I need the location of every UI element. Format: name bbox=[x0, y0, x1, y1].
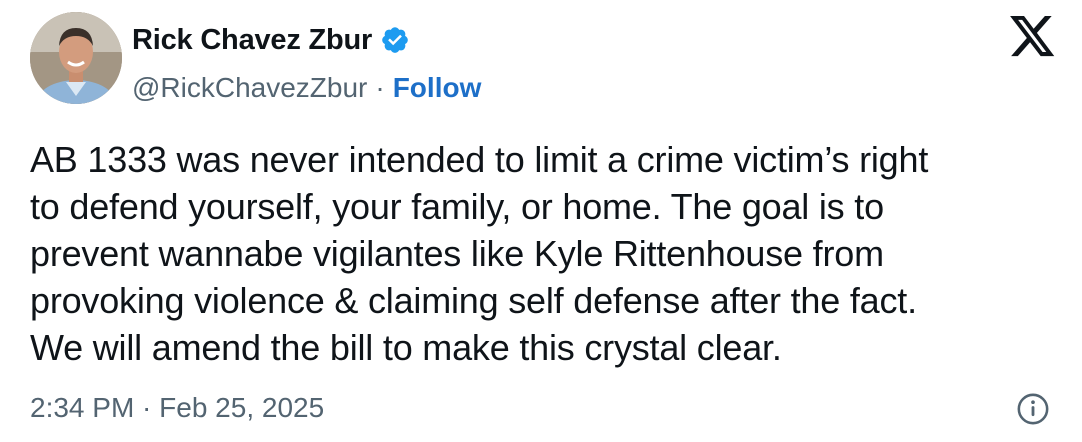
tweet-text-line: provoking violence & claiming self defen… bbox=[30, 280, 917, 321]
tweet-text-line: We will amend the bill to make this crys… bbox=[30, 327, 782, 368]
tweet-text: AB 1333 was never intended to limit a cr… bbox=[30, 136, 1060, 371]
info-icon[interactable] bbox=[1016, 392, 1050, 426]
name-row: Rick Chavez Zbur bbox=[132, 20, 481, 60]
tweet-text-line: prevent wannabe vigilantes like Kyle Rit… bbox=[30, 233, 884, 274]
handle-row: @RickChavezZbur · Follow bbox=[132, 66, 481, 110]
profile-photo bbox=[30, 12, 122, 104]
timestamp[interactable]: 2:34 PM · Feb 25, 2025 bbox=[30, 392, 324, 424]
tweet-text-line: to defend yourself, your family, or home… bbox=[30, 186, 884, 227]
tweet-card: Rick Chavez Zbur @RickChavezZbur · Follo… bbox=[0, 0, 1082, 442]
follow-button[interactable]: Follow bbox=[393, 72, 482, 104]
display-name[interactable]: Rick Chavez Zbur bbox=[132, 24, 372, 57]
user-handle[interactable]: @RickChavezZbur bbox=[132, 72, 367, 104]
tweet-text-line: AB 1333 was never intended to limit a cr… bbox=[30, 139, 929, 180]
x-logo-icon[interactable] bbox=[1010, 16, 1056, 58]
verified-badge-icon bbox=[380, 25, 410, 55]
author-block: Rick Chavez Zbur @RickChavezZbur · Follo… bbox=[132, 20, 481, 110]
separator-dot: · bbox=[375, 72, 385, 103]
avatar[interactable] bbox=[30, 12, 122, 104]
